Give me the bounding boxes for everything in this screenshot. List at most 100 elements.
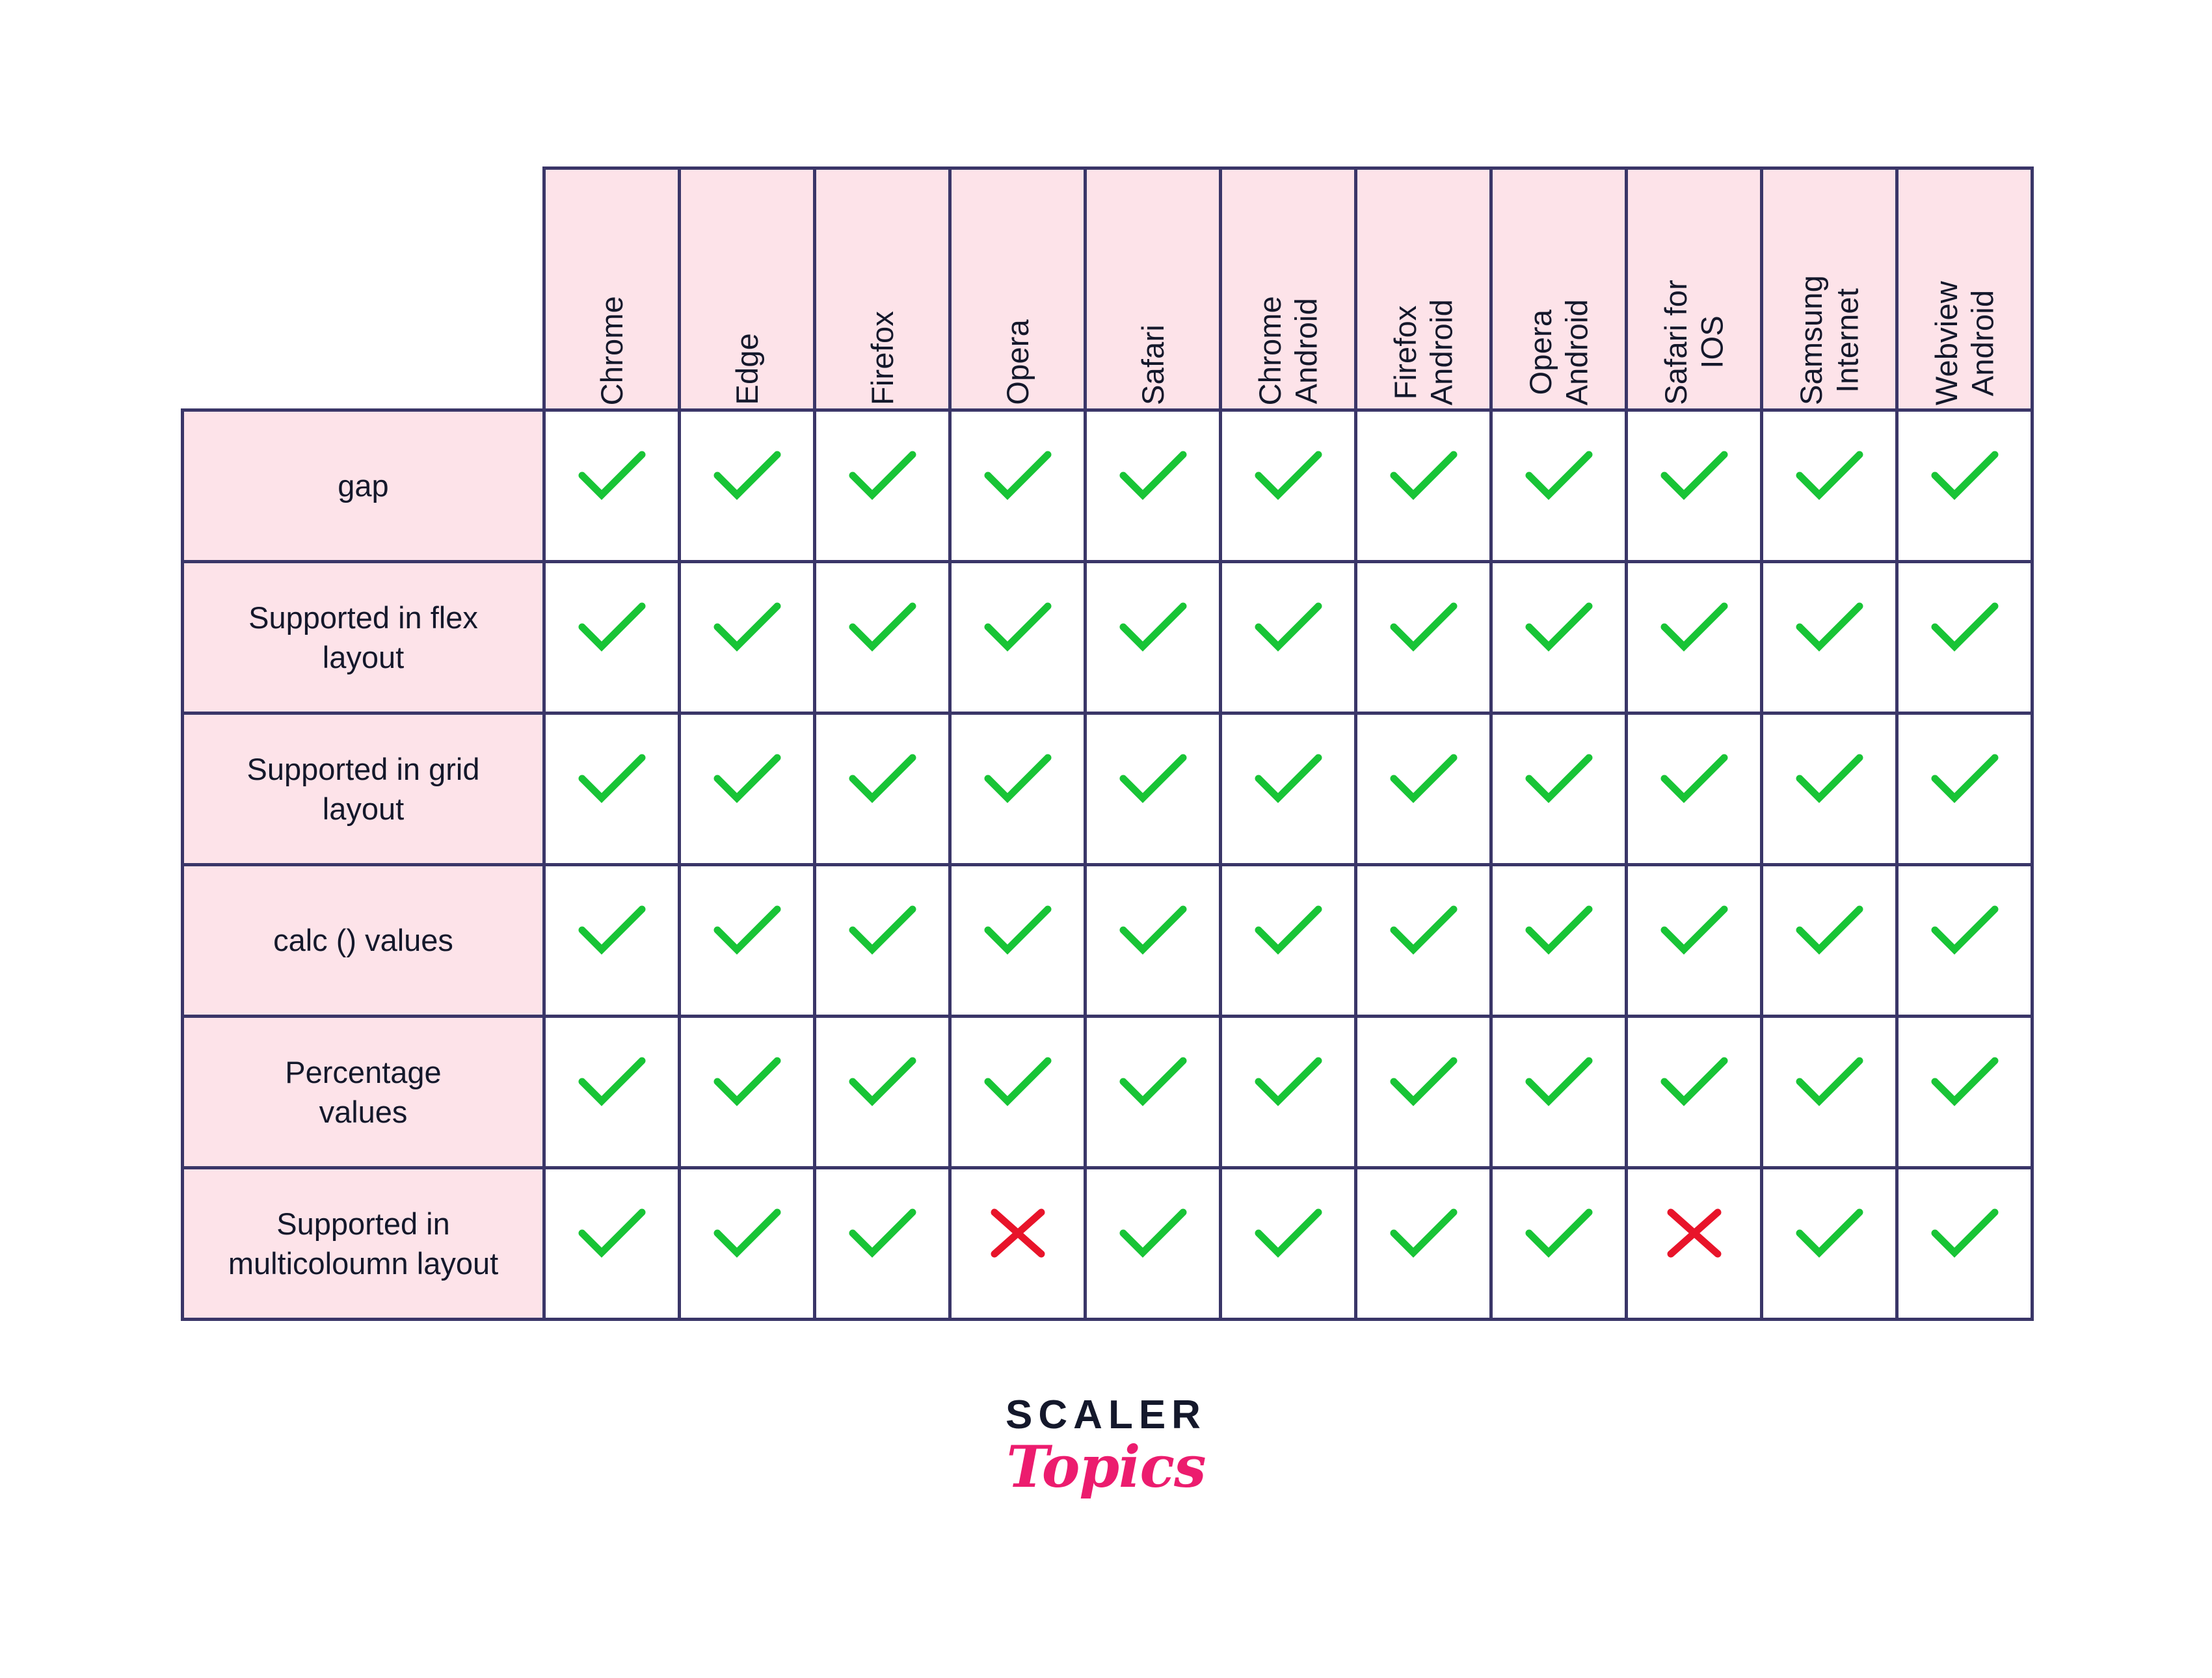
- support-cell-supported-in-grid-layout-safari-ios: [1625, 712, 1763, 866]
- support-cell-calc-values-webview-android: [1895, 863, 2034, 1018]
- support-cell-gap-opera-android: [1489, 408, 1628, 563]
- check-icon: [1222, 601, 1354, 653]
- support-cell-percentage-values-safari: [1084, 1015, 1222, 1169]
- check-icon: [952, 752, 1084, 805]
- support-cell-supported-in-flex-layout-safari: [1084, 560, 1222, 715]
- support-cell-percentage-values-edge: [678, 1015, 816, 1169]
- row-header-label: Supported in multicoloumn layout: [228, 1206, 499, 1281]
- check-icon: [1493, 752, 1625, 805]
- row-header-percentage-values: Percentage values: [181, 1015, 546, 1169]
- check-icon: [1763, 752, 1895, 805]
- support-cell-supported-in-multicolumn-layout-edge: [678, 1166, 816, 1321]
- support-cell-gap-chrome: [542, 408, 681, 563]
- check-icon: [1493, 904, 1625, 956]
- check-icon: [546, 1056, 678, 1108]
- support-cell-supported-in-flex-layout-firefox: [813, 560, 952, 715]
- column-header-firefox: Firefox: [813, 166, 952, 412]
- support-cell-percentage-values-firefox-android: [1354, 1015, 1493, 1169]
- support-cell-percentage-values-chrome: [542, 1015, 681, 1169]
- check-icon: [1087, 904, 1219, 956]
- support-cell-percentage-values-opera: [948, 1015, 1087, 1169]
- check-icon: [1087, 601, 1219, 653]
- row-header-label: calc () values: [273, 923, 453, 958]
- column-header-chrome: Chrome: [542, 166, 681, 412]
- row-header-calc-values: calc () values: [181, 863, 546, 1018]
- column-header-label: Samsung Internet: [1794, 275, 1865, 405]
- table-header: Chrome Edge Firefox Opera Safari Chrome Andro…: [183, 166, 2034, 412]
- support-cell-supported-in-grid-layout-opera-android: [1489, 712, 1628, 866]
- support-cell-supported-in-flex-layout-samsung-internet: [1760, 560, 1899, 715]
- support-cell-gap-firefox-android: [1354, 408, 1493, 563]
- check-icon: [546, 601, 678, 653]
- support-cell-calc-values-opera-android: [1489, 863, 1628, 1018]
- column-header-opera: Opera: [948, 166, 1087, 412]
- row-header-supported-in-grid-layout: Supported in grid layout: [181, 712, 546, 866]
- check-icon: [816, 1056, 948, 1108]
- check-icon: [681, 1056, 813, 1108]
- support-cell-percentage-values-safari-ios: [1625, 1015, 1763, 1169]
- row-header-label: Percentage values: [285, 1054, 442, 1129]
- column-header-label: Safari for IOS: [1659, 280, 1729, 405]
- check-icon: [1628, 1056, 1760, 1108]
- column-header-webview-android: Webview Android: [1895, 166, 2034, 412]
- support-cell-gap-safari: [1084, 408, 1222, 563]
- check-icon: [1357, 752, 1489, 805]
- column-header-label: Firefox Android: [1388, 299, 1459, 405]
- check-icon: [1493, 449, 1625, 501]
- support-cell-supported-in-multicolumn-layout-firefox: [813, 1166, 952, 1321]
- support-cell-gap-edge: [678, 408, 816, 563]
- check-icon: [1493, 601, 1625, 653]
- check-icon: [681, 601, 813, 653]
- check-icon: [1493, 1207, 1625, 1259]
- check-icon: [1763, 1207, 1895, 1259]
- support-cell-gap-chrome-android: [1219, 408, 1357, 563]
- browser-compatibility-table: Chrome Edge Firefox Opera Safari Chrome Andro…: [181, 166, 2034, 1321]
- table-row: calc () values: [181, 863, 2034, 1018]
- check-icon: [1222, 1056, 1354, 1108]
- check-icon: [816, 601, 948, 653]
- check-icon: [1357, 1207, 1489, 1259]
- column-header-safari: Safari: [1084, 166, 1222, 412]
- check-icon: [546, 904, 678, 956]
- column-header-opera-android: Opera Android: [1489, 166, 1628, 412]
- column-header-label: Webview Android: [1929, 280, 2000, 405]
- check-icon: [816, 1207, 948, 1259]
- column-header-label: Firefox: [864, 310, 899, 405]
- check-icon: [681, 904, 813, 956]
- support-cell-gap-firefox: [813, 408, 952, 563]
- scaler-topics-logo: SCALER Topics: [0, 1395, 2212, 1497]
- column-header-edge: Edge: [678, 166, 816, 412]
- support-cell-supported-in-grid-layout-chrome: [542, 712, 681, 866]
- logo-wordmark-scaler: SCALER: [1006, 1392, 1206, 1437]
- check-icon: [1493, 1056, 1625, 1108]
- support-cell-calc-values-safari: [1084, 863, 1222, 1018]
- check-icon: [681, 752, 813, 805]
- support-cell-gap-samsung-internet: [1760, 408, 1899, 563]
- support-cell-supported-in-flex-layout-webview-android: [1895, 560, 2034, 715]
- table-row: Percentage values: [181, 1015, 2034, 1169]
- check-icon: [816, 904, 948, 956]
- check-icon: [546, 1207, 678, 1259]
- support-cell-percentage-values-chrome-android: [1219, 1015, 1357, 1169]
- column-header-firefox-android: Firefox Android: [1354, 166, 1493, 412]
- support-cell-supported-in-grid-layout-firefox-android: [1354, 712, 1493, 866]
- support-cell-supported-in-multicolumn-layout-chrome: [542, 1166, 681, 1321]
- support-cell-supported-in-multicolumn-layout-firefox-android: [1354, 1166, 1493, 1321]
- check-icon: [1899, 601, 2031, 653]
- check-icon: [1222, 752, 1354, 805]
- column-header-label: Chrome: [594, 295, 629, 405]
- row-header-supported-in-flex-layout: Supported in flex layout: [181, 560, 546, 715]
- check-icon: [1222, 449, 1354, 501]
- row-header-label: Supported in flex layout: [248, 600, 478, 674]
- support-cell-supported-in-multicolumn-layout-chrome-android: [1219, 1166, 1357, 1321]
- column-header-label: Safari: [1135, 325, 1170, 405]
- support-cell-supported-in-flex-layout-edge: [678, 560, 816, 715]
- support-cell-percentage-values-firefox: [813, 1015, 952, 1169]
- support-cell-supported-in-multicolumn-layout-opera: [948, 1166, 1087, 1321]
- support-cell-percentage-values-samsung-internet: [1760, 1015, 1899, 1169]
- logo-wordmark-topics: Topics: [1006, 1433, 1206, 1500]
- support-cell-supported-in-grid-layout-edge: [678, 712, 816, 866]
- check-icon: [1628, 904, 1760, 956]
- support-cell-calc-values-firefox: [813, 863, 952, 1018]
- check-icon: [546, 449, 678, 501]
